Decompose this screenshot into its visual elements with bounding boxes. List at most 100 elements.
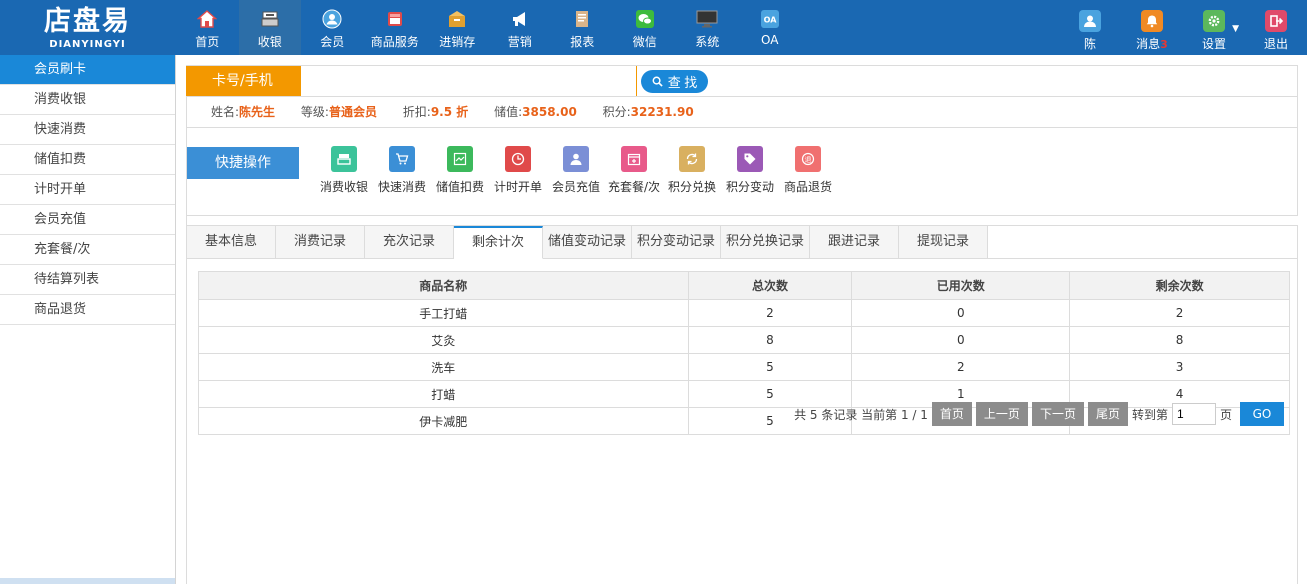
nav-item-5[interactable]: 营销 [489,0,552,55]
sidebar-item-6[interactable]: 充套餐/次 [0,235,175,265]
home-icon [196,8,218,30]
nav-item-label: 收银 [257,35,282,49]
oa-icon: OA [759,8,781,30]
sidebar: 会员刷卡 消费收银 快速消费 储值扣费 计时开单 会员充值 充套餐/次 待结算列表 商品退货 [0,55,176,584]
search-row: 卡号/手机 查 找 [186,65,1298,97]
tab-2[interactable]: 充次记录 [365,226,454,259]
quick-action-3[interactable]: 计时开单 [489,146,547,195]
bell-icon [1141,10,1163,32]
logout-label: 退出 [1263,37,1288,51]
pager-summary: 共 5 条记录 当前第 1 / 1 [794,407,928,422]
return-icon: 退 [795,146,821,172]
table-cell: 8 [687,326,853,354]
nav-item-label: 报表 [570,35,595,49]
report-icon [571,8,593,30]
quick-action-0[interactable]: 消费收银 [315,146,373,195]
cash-register-icon [259,8,281,30]
tab-5[interactable]: 积分变动记录 [632,226,721,259]
quick-action-6[interactable]: 积分兑换 [663,146,721,195]
card-phone-input[interactable] [300,65,637,97]
sidebar-item-3[interactable]: 储值扣费 [0,145,175,175]
last-page-button[interactable]: 尾页 [1087,402,1128,426]
column-header-3: 剩余次数 [1069,271,1290,300]
nav-item-4[interactable]: 进销存 [426,0,489,55]
table-row: 洗车 5 2 3 [198,353,1290,381]
tab-1[interactable]: 消费记录 [276,226,365,259]
member-icon [321,8,343,30]
nav-item-7[interactable]: 微信 [614,0,677,55]
nav-item-2[interactable]: 会员 [301,0,364,55]
quick-action-7[interactable]: 积分变动 [721,146,779,195]
message-count-badge: 3 [1160,38,1168,51]
cashier-icon [331,146,357,172]
package-icon [621,146,647,172]
nav-item-label: 微信 [632,35,657,49]
table-cell: 8 [1069,326,1290,354]
member-name: 姓名:陈先生 [211,105,276,119]
pagination: 共 5 条记录 当前第 1 / 1 首页 上一页 下一页 尾页 转到第 页 GO [794,402,1284,426]
next-page-button[interactable]: 下一页 [1031,402,1084,426]
quick-action-8[interactable]: 退商品退货 [779,146,837,195]
sidebar-item-2[interactable]: 快速消费 [0,115,175,145]
quick-action-5[interactable]: 充套餐/次 [605,146,663,195]
sidebar-item-0[interactable]: 会员刷卡 [0,55,175,85]
sidebar-item-1[interactable]: 消费收银 [0,85,175,115]
tab-3[interactable]: 剩余计次 [454,226,543,259]
member-level: 等级:普通会员 [300,105,377,119]
nav-item-8[interactable]: 系统 [676,0,739,55]
sidebar-item-4[interactable]: 计时开单 [0,175,175,205]
tab-6[interactable]: 积分兑换记录 [721,226,810,259]
logo-text-en: DIANYINGYI [49,39,126,50]
logo[interactable]: 店盘易 DIANYINGYI [0,0,175,55]
svg-text:退: 退 [805,155,812,164]
table-row: 艾灸 8 0 8 [198,326,1290,354]
user-icon [1079,10,1101,32]
nav-item-0[interactable]: 首页 [176,0,239,55]
quick-action-4[interactable]: 会员充值 [547,146,605,195]
go-button[interactable]: GO [1240,402,1284,426]
table-cell: 伊卡减肥 [198,407,689,435]
nav-item-9[interactable]: OA OA [739,0,802,55]
nav-item-6[interactable]: 报表 [551,0,614,55]
tab-8[interactable]: 提现记录 [899,226,988,259]
table-cell: 2 [851,353,1071,381]
message-button[interactable]: 消息3 [1121,0,1183,55]
monitor-icon [696,8,718,30]
inventory-icon [446,8,468,30]
tab-7[interactable]: 跟进记录 [810,226,899,259]
goto-page-input[interactable] [1171,403,1216,425]
sidebar-item-7[interactable]: 待结算列表 [0,265,175,295]
prev-page-button[interactable]: 上一页 [975,402,1028,426]
member-points: 积分:32231.90 [602,105,694,119]
nav-item-3[interactable]: 商品服务 [364,0,427,55]
tab-0[interactable]: 基本信息 [187,226,276,259]
sidebar-list: 会员刷卡 消费收银 快速消费 储值扣费 计时开单 会员充值 充套餐/次 待结算列表 商品退货 [0,55,175,325]
quick-action-1[interactable]: 快速消费 [373,146,431,195]
sidebar-item-8[interactable]: 商品退货 [0,295,175,325]
record-tabs: 基本信息 消费记录 充次记录 剩余计次 储值变动记录 积分变动记录 积分兑换记录 跟进记录 提现… [187,226,988,259]
tab-4[interactable]: 储值变动记录 [543,226,632,259]
search-button[interactable]: 查 找 [641,70,708,93]
record-tab-panel: 基本信息 消费记录 充次记录 剩余计次 储值变动记录 积分变动记录 积分兑换记录 跟进记录 提现… [186,225,1298,584]
user-menu[interactable]: 陈 [1059,0,1121,55]
column-header-1: 总次数 [687,271,853,300]
cart-icon [389,146,415,172]
table-row: 手工打蜡 2 0 2 [198,299,1290,327]
main-nav: 首页 收银 会员 商品服务 进销存 营销 报表 微信 系统 OA OA [176,0,801,55]
sidebar-item-5[interactable]: 会员充值 [0,205,175,235]
quick-action-2[interactable]: 储值扣费 [431,146,489,195]
exchange-icon [679,146,705,172]
svg-text:OA: OA [763,16,777,25]
table-cell: 打蜡 [198,380,689,408]
nav-item-1[interactable]: 收银 [238,0,301,55]
user-name: 陈 [1083,37,1096,51]
nav-item-label: 商品服务 [370,35,419,49]
sidebar-bottom-bar [0,578,175,584]
logo-text-cn: 店盘易 [44,6,131,37]
nav-item-label: 营销 [507,35,532,49]
first-page-button[interactable]: 首页 [931,402,972,426]
table-cell: 5 [687,353,853,381]
table-cell: 手工打蜡 [198,299,689,327]
logout-button[interactable]: 退出 [1245,0,1307,55]
settings-button[interactable]: 设置 ▼ [1183,0,1245,55]
